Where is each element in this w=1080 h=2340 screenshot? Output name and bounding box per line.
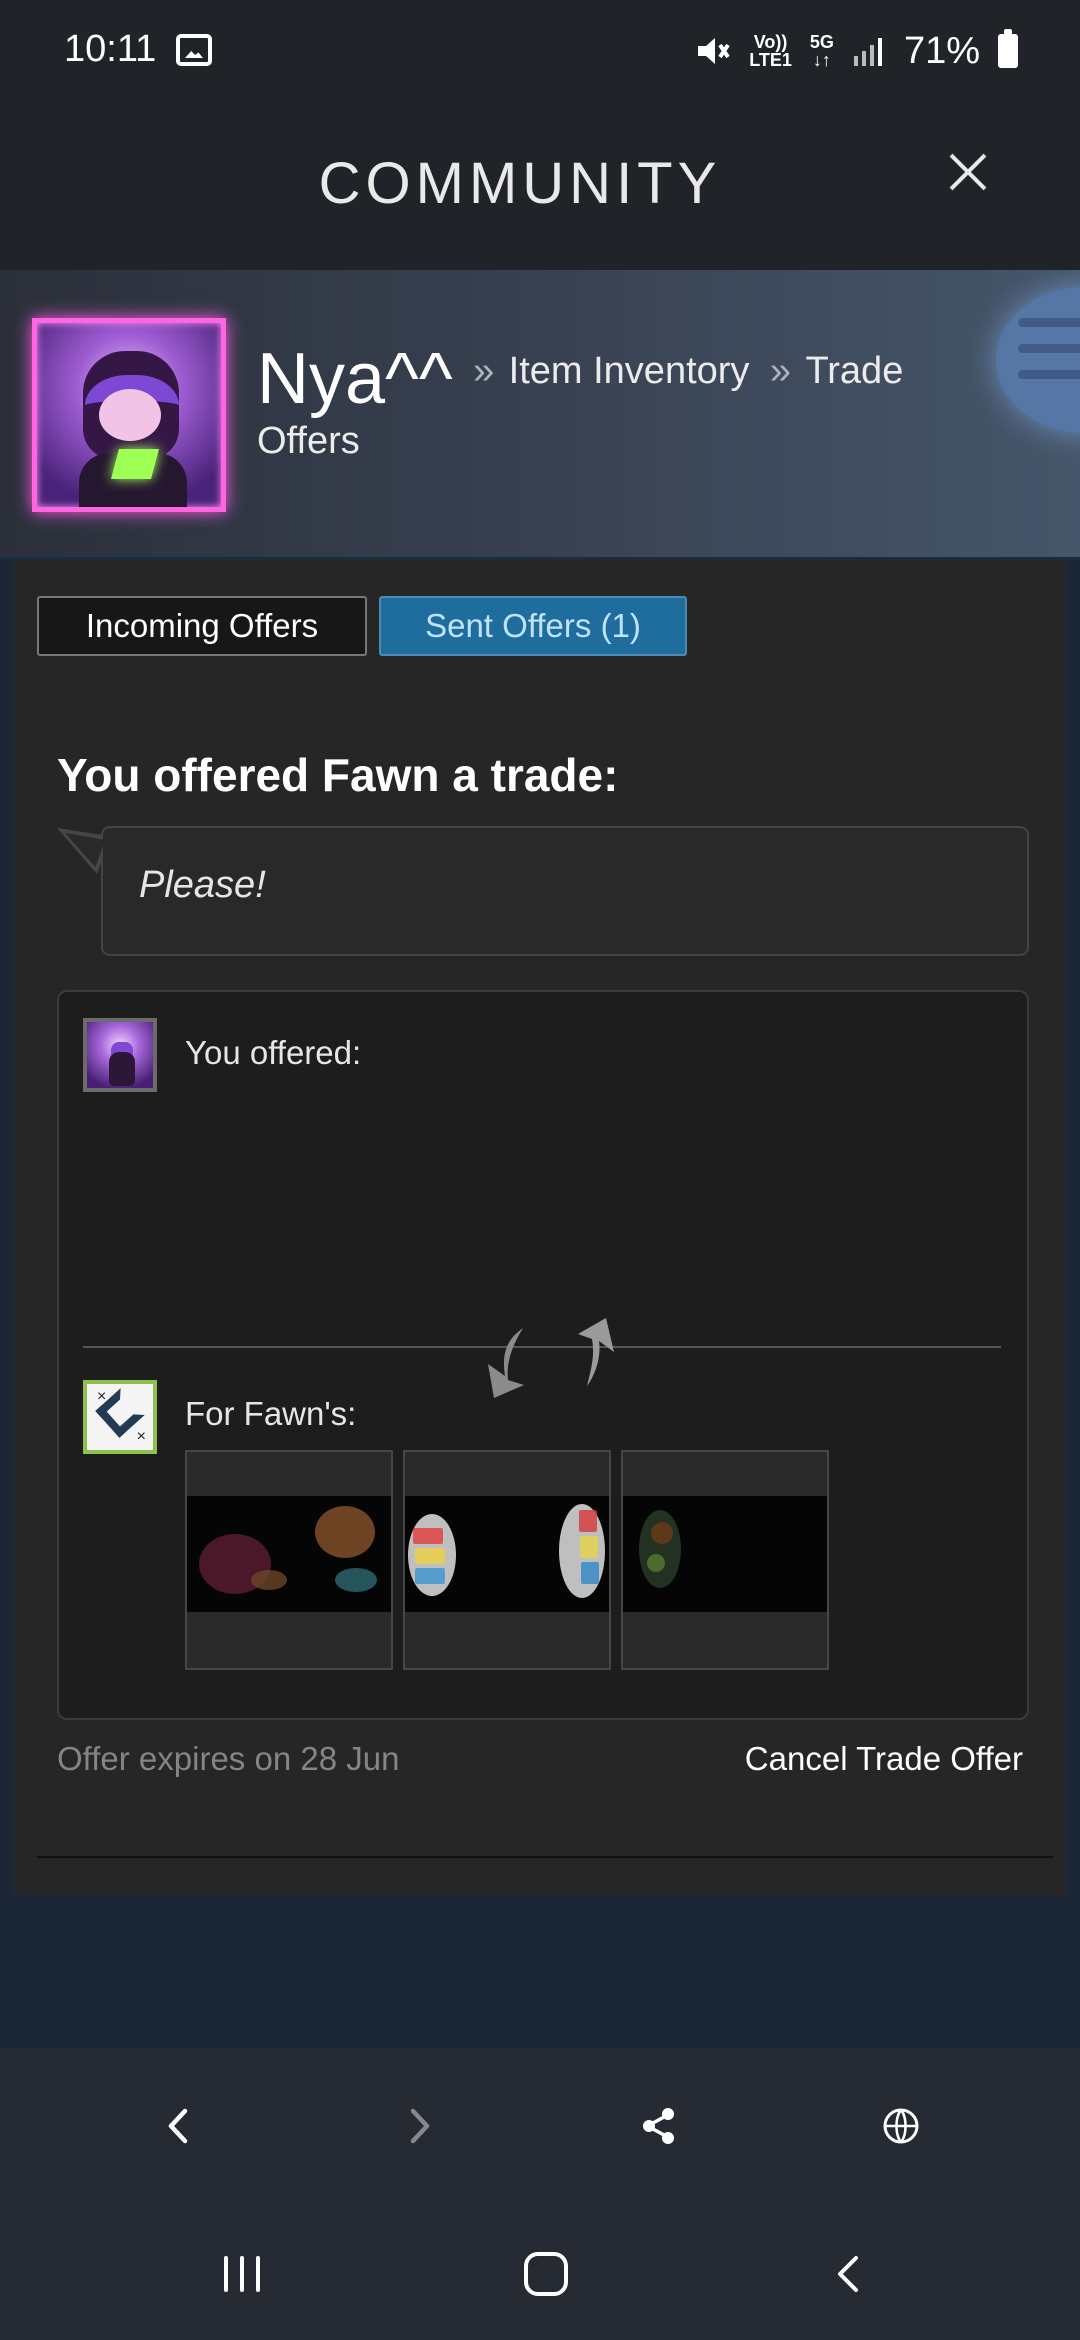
breadcrumb-trade[interactable]: Trade	[805, 350, 903, 392]
item-art	[581, 1562, 599, 1584]
offer-heading: You offered Fawn a trade:	[57, 749, 619, 801]
tab-sent-offers[interactable]: Sent Offers (1)	[379, 596, 687, 656]
item-art	[251, 1570, 287, 1590]
fawn-avatar[interactable]: × ×	[83, 1380, 157, 1454]
avatar-face	[99, 389, 161, 441]
breadcrumb: Nya^^ » Item Inventory » Trade	[257, 338, 907, 420]
network-type: Vo)) LTE1	[749, 32, 792, 70]
menu-line	[1018, 370, 1080, 379]
item-image	[623, 1496, 827, 1612]
cancel-trade-offer-link[interactable]: Cancel Trade Offer	[745, 1740, 1023, 1778]
trade-offers-content: Incoming Offers Sent Offers (1) You offe…	[12, 560, 1068, 1896]
battery-percent: 71%	[903, 29, 980, 72]
tab-incoming-offers[interactable]: Incoming Offers	[37, 596, 367, 656]
item-art	[415, 1568, 445, 1584]
breadcrumb-trade-offers[interactable]: Offers	[257, 420, 360, 463]
your-avatar[interactable]	[83, 1018, 157, 1092]
close-icon[interactable]	[948, 152, 988, 192]
for-fawn-label: For Fawn's:	[185, 1395, 357, 1432]
item-art	[413, 1528, 443, 1544]
mute-icon	[698, 38, 730, 64]
item-art	[315, 1506, 375, 1558]
item-image	[405, 1496, 609, 1612]
content-divider	[37, 1856, 1053, 1858]
avatar-cube	[110, 449, 160, 479]
system-back-icon[interactable]	[826, 2250, 874, 2298]
hamburger-menu-icon[interactable]	[996, 287, 1080, 433]
you-offered-label: You offered:	[185, 1034, 362, 1071]
profile-name-link[interactable]: Nya^^	[257, 339, 453, 419]
item-art	[580, 1536, 598, 1558]
app-header: COMMUNITY	[0, 100, 1080, 270]
breadcrumb-item-inventory[interactable]: Item Inventory	[509, 350, 750, 392]
signal-icon	[853, 38, 882, 66]
share-icon[interactable]	[638, 2105, 680, 2147]
trade-item[interactable]	[185, 1450, 393, 1670]
globe-icon[interactable]	[880, 2105, 922, 2147]
battery-icon	[998, 29, 1018, 68]
item-art	[415, 1548, 445, 1564]
item-art	[579, 1510, 597, 1532]
status-icons: Vo)) LTE1 5G ↓↑ 71%	[693, 26, 1018, 76]
trade-item[interactable]	[621, 1450, 829, 1670]
back-icon[interactable]	[158, 2105, 200, 2147]
item-image	[187, 1496, 391, 1612]
trade-item[interactable]	[403, 1450, 611, 1670]
profile-avatar[interactable]	[32, 318, 226, 512]
breadcrumb-separator: »	[769, 350, 792, 393]
gallery-icon	[176, 34, 212, 66]
five-g-indicator: 5G ↓↑	[809, 32, 834, 70]
profile-header: Nya^^ » Item Inventory » Trade Offers	[0, 270, 1080, 560]
status-bar: 10:11 Vo)) LTE1 5G ↓↑ 71%	[0, 0, 1080, 100]
item-art	[335, 1568, 377, 1592]
item-art	[647, 1554, 665, 1572]
status-time: 10:11	[64, 28, 157, 70]
home-icon[interactable]	[522, 2250, 570, 2298]
swap-arrows-icon	[488, 1318, 614, 1398]
forward-icon[interactable]	[398, 2105, 440, 2147]
offer-expiry: Offer expires on 28 Jun	[57, 1740, 400, 1777]
item-art	[651, 1522, 673, 1544]
trade-message: Please!	[139, 864, 266, 906]
recent-apps-icon[interactable]	[218, 2250, 266, 2298]
fawn-avatar-cross: ×	[136, 1428, 146, 1445]
menu-line	[1018, 344, 1080, 353]
menu-line	[1018, 318, 1080, 327]
breadcrumb-separator: »	[473, 350, 495, 393]
page-title: COMMUNITY	[318, 151, 722, 216]
